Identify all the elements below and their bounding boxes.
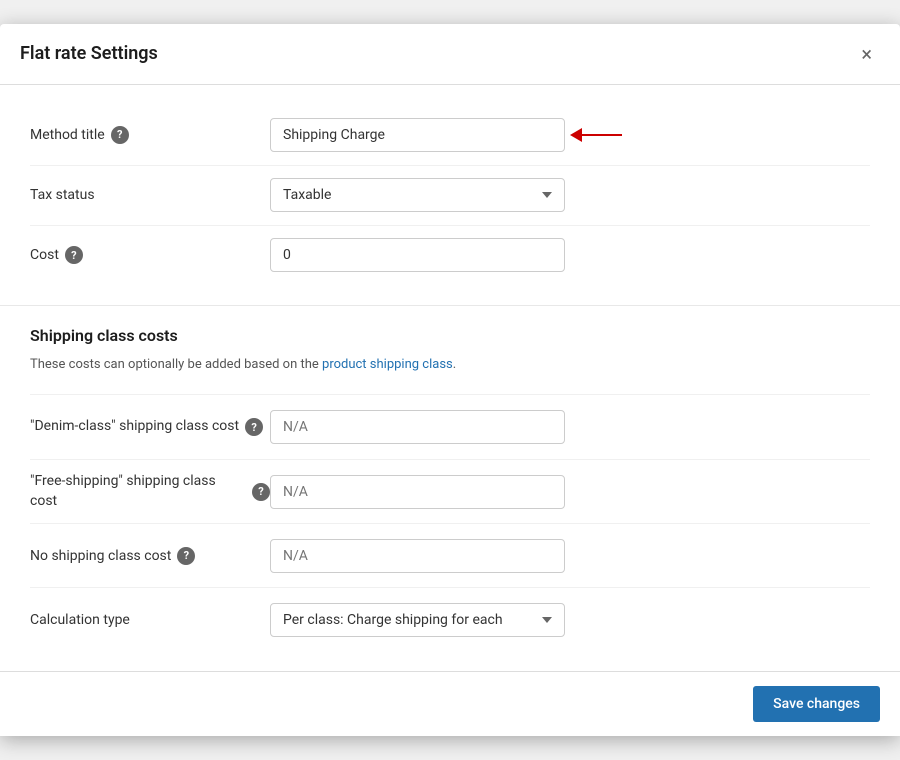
denim-class-help-icon[interactable]: ? xyxy=(245,418,263,436)
product-shipping-class-link[interactable]: product shipping class xyxy=(322,357,453,372)
tax-status-select[interactable]: Taxable None xyxy=(270,178,565,212)
tax-status-input-group: Taxable None xyxy=(270,178,870,212)
denim-class-label-group: "Denim-class" shipping class cost ? xyxy=(30,417,270,437)
arrow-line xyxy=(582,134,622,136)
cost-label: Cost xyxy=(30,247,59,263)
method-title-row: Method title ? xyxy=(30,105,870,165)
tax-status-row: Tax status Taxable None xyxy=(30,165,870,225)
close-button[interactable]: × xyxy=(853,40,880,68)
basic-settings-section: Method title ? Tax status xyxy=(0,85,900,306)
free-shipping-input[interactable] xyxy=(270,475,565,509)
no-shipping-class-input[interactable] xyxy=(270,539,565,573)
modal-body: Method title ? Tax status xyxy=(0,85,900,672)
free-shipping-label: "Free-shipping" shipping class cost xyxy=(30,472,246,511)
flat-rate-settings-modal: Flat rate Settings × Method title ? xyxy=(0,24,900,737)
method-title-label-group: Method title ? xyxy=(30,126,270,144)
arrow-head xyxy=(570,128,582,142)
shipping-class-description: These costs can optionally be added base… xyxy=(30,355,870,375)
free-shipping-input-group xyxy=(270,475,870,509)
calculation-type-label: Calculation type xyxy=(30,612,130,628)
denim-class-input-group xyxy=(270,410,870,444)
calculation-type-label-group: Calculation type xyxy=(30,612,270,628)
method-title-input[interactable] xyxy=(270,118,565,152)
modal-header: Flat rate Settings × xyxy=(0,24,900,85)
method-title-help-icon[interactable]: ? xyxy=(111,126,129,144)
no-shipping-class-input-group xyxy=(270,539,870,573)
calculation-type-row: Calculation type Per class: Charge shipp… xyxy=(30,587,870,651)
shipping-class-rows: "Denim-class" shipping class cost ? "Fre… xyxy=(30,394,870,651)
modal-footer: Save changes xyxy=(0,671,900,736)
tax-status-label: Tax status xyxy=(30,187,95,203)
cost-label-group: Cost ? xyxy=(30,246,270,264)
no-shipping-class-row: No shipping class cost ? xyxy=(30,523,870,587)
description-after-text: . xyxy=(453,357,456,372)
denim-class-row: "Denim-class" shipping class cost ? xyxy=(30,395,870,459)
free-shipping-help-icon[interactable]: ? xyxy=(252,483,270,501)
save-changes-button[interactable]: Save changes xyxy=(753,686,880,722)
no-shipping-class-label-group: No shipping class cost ? xyxy=(30,547,270,565)
cost-help-icon[interactable]: ? xyxy=(65,246,83,264)
tax-status-label-group: Tax status xyxy=(30,187,270,203)
cost-input-group xyxy=(270,238,870,272)
method-title-label: Method title xyxy=(30,127,105,143)
no-shipping-class-label: No shipping class cost xyxy=(30,548,171,564)
cost-input[interactable] xyxy=(270,238,565,272)
calculation-type-input-group: Per class: Charge shipping for each Per … xyxy=(270,603,870,637)
method-title-input-group xyxy=(270,118,870,152)
arrow-annotation xyxy=(570,128,622,142)
cost-row: Cost ? xyxy=(30,225,870,285)
free-shipping-label-group: "Free-shipping" shipping class cost ? xyxy=(30,472,270,511)
denim-class-label: "Denim-class" shipping class cost xyxy=(30,417,239,437)
calculation-type-select[interactable]: Per class: Charge shipping for each Per … xyxy=(270,603,565,637)
denim-class-input[interactable] xyxy=(270,410,565,444)
free-shipping-class-row: "Free-shipping" shipping class cost ? xyxy=(30,459,870,523)
shipping-class-section-title: Shipping class costs xyxy=(30,326,870,345)
no-shipping-class-help-icon[interactable]: ? xyxy=(177,547,195,565)
modal-title: Flat rate Settings xyxy=(20,43,158,64)
description-before-text: These costs can optionally be added base… xyxy=(30,357,322,372)
shipping-class-section: Shipping class costs These costs can opt… xyxy=(0,306,900,672)
